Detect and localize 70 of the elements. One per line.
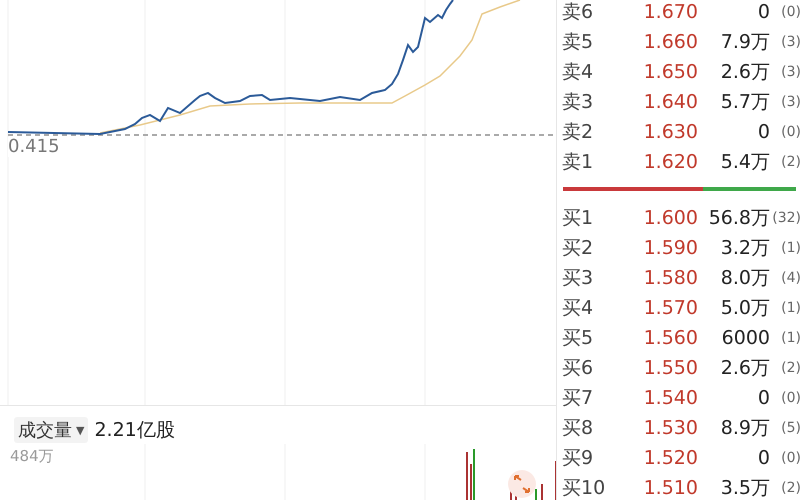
order-volume: 3.2万 <box>720 236 770 261</box>
level-label: 卖6 <box>562 0 594 25</box>
price: 1.640 <box>644 91 698 113</box>
order-volume: 5.4万 <box>720 150 770 175</box>
price: 1.510 <box>644 477 698 499</box>
level-label: 卖2 <box>562 120 594 145</box>
price: 1.670 <box>644 1 698 23</box>
price: 1.590 <box>644 237 698 259</box>
level-label: 买2 <box>562 236 594 261</box>
order-count: (0) <box>781 390 800 406</box>
order-volume: 56.8万 <box>708 206 770 231</box>
price: 1.580 <box>644 267 698 289</box>
order-count: (3) <box>781 94 800 110</box>
level-label: 买6 <box>562 356 594 381</box>
level-label: 买4 <box>562 296 594 321</box>
price: 1.570 <box>644 297 698 319</box>
order-count: (3) <box>781 64 800 80</box>
level-label: 卖5 <box>562 30 594 55</box>
order-count: (32) <box>772 210 800 226</box>
order-count: (4) <box>781 270 800 286</box>
level-label: 卖3 <box>562 90 594 115</box>
order-volume: 7.9万 <box>720 30 770 55</box>
order-count: (1) <box>781 330 800 346</box>
order-count: (0) <box>781 124 800 140</box>
caret-icon: ▼ <box>76 424 84 436</box>
level-label: 买1 <box>562 206 594 231</box>
order-count: (0) <box>781 450 800 466</box>
order-volume: 0 <box>758 447 770 469</box>
price: 1.550 <box>644 357 698 379</box>
order-volume: 0 <box>758 387 770 409</box>
order-volume: 8.0万 <box>720 266 770 291</box>
level-label: 卖1 <box>562 150 594 175</box>
axis-label: 0.415 <box>8 137 60 157</box>
price: 1.660 <box>644 31 698 53</box>
order-count: (2) <box>781 480 800 496</box>
axis-label: 484万 <box>10 447 54 466</box>
order-volume: 3.5万 <box>720 476 770 500</box>
volume-total: 2.21亿股 <box>94 418 175 443</box>
level-label: 买3 <box>562 266 594 291</box>
order-volume: 6000 <box>722 327 770 349</box>
price: 1.600 <box>644 207 698 229</box>
order-volume: 5.7万 <box>720 90 770 115</box>
order-count: (2) <box>781 154 800 170</box>
price: 1.630 <box>644 121 698 143</box>
level-label: 买8 <box>562 416 594 441</box>
order-count: (1) <box>781 300 800 316</box>
expand-icon[interactable] <box>508 470 536 498</box>
order-volume: 2.6万 <box>720 356 770 381</box>
level-label: 卖4 <box>562 60 594 85</box>
level-label: 买9 <box>562 446 594 471</box>
order-count: (1) <box>781 240 800 256</box>
price: 1.530 <box>644 417 698 439</box>
order-count: (0) <box>781 4 800 20</box>
order-volume: 0 <box>758 121 770 143</box>
order-volume: 5.0万 <box>720 296 770 321</box>
order-count: (5) <box>781 420 800 436</box>
order-volume: 8.9万 <box>720 416 770 441</box>
price: 1.650 <box>644 61 698 83</box>
level-label: 买7 <box>562 386 594 411</box>
price: 1.560 <box>644 327 698 349</box>
order-count: (2) <box>781 360 800 376</box>
price: 1.620 <box>644 151 698 173</box>
order-count: (3) <box>781 34 800 50</box>
price: 1.520 <box>644 447 698 469</box>
level-label: 买10 <box>562 476 606 500</box>
price: 1.540 <box>644 387 698 409</box>
indicator-dropdown[interactable]: 成交量 ▼ <box>14 417 88 443</box>
order-volume: 0 <box>758 1 770 23</box>
order-volume: 2.6万 <box>720 60 770 85</box>
level-label: 买5 <box>562 326 594 351</box>
